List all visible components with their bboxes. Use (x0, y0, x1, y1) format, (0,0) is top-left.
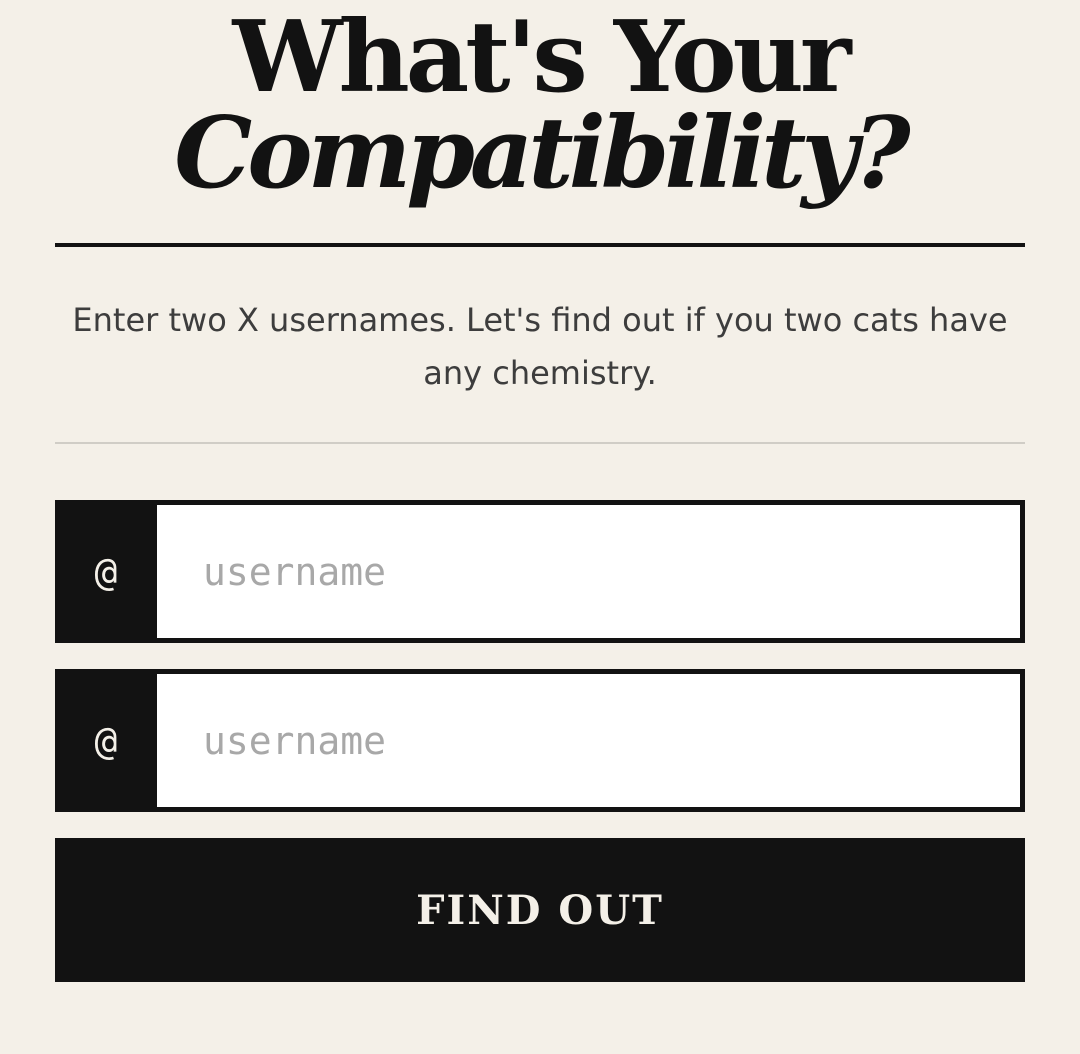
instructions-text: Enter two X usernames. Let's find out if… (72, 301, 1008, 392)
title-line-2: Compatibility? (174, 96, 910, 211)
at-sign-prefix: @ (94, 549, 118, 594)
page-title: What's Your Compatibility? (55, 0, 1025, 226)
username-input-2[interactable] (157, 674, 1020, 807)
username-field-2: @ (55, 669, 1025, 812)
find-out-button[interactable]: FIND OUT (55, 838, 1025, 982)
username-input-1[interactable] (157, 505, 1020, 638)
at-sign-prefix: @ (94, 718, 118, 763)
username-field-1: @ (55, 500, 1025, 643)
title-line-1: What's Your (232, 0, 851, 115)
section-divider (55, 442, 1025, 444)
compatibility-card: What's Your Compatibility? Enter two X u… (55, 0, 1025, 982)
title-divider (55, 243, 1025, 247)
